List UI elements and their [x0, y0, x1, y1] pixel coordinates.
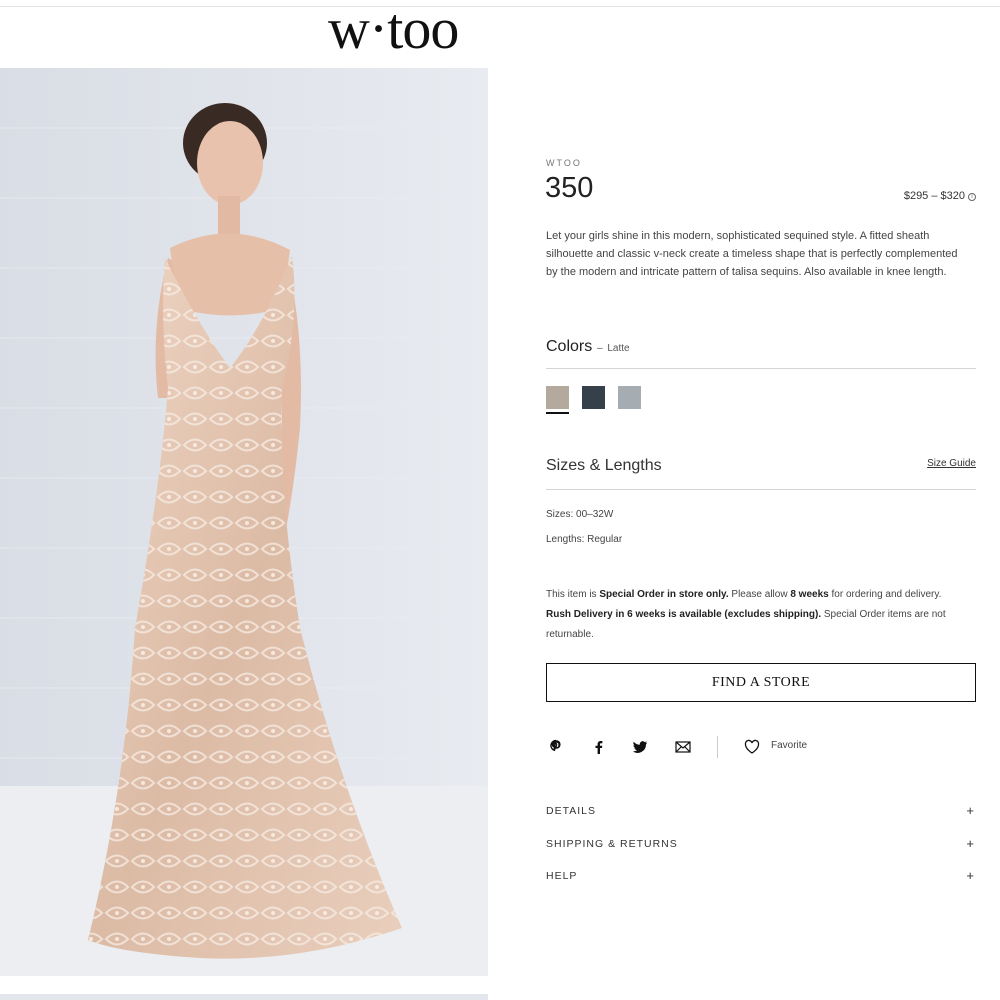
notice-bold-3: Rush Delivery in 6 weeks is available (e… — [546, 609, 822, 620]
sizes-heading: Sizes & Lengths — [546, 457, 662, 474]
heart-icon[interactable] — [744, 739, 760, 755]
accordion-shipping-returns[interactable]: SHIPPING & RETURNS + — [546, 836, 976, 854]
notice-text-1: This item is — [546, 589, 600, 600]
swatch-silver[interactable] — [618, 386, 641, 409]
share-separator — [717, 736, 718, 758]
selected-color-separator: – — [594, 343, 606, 354]
twitter-icon[interactable] — [632, 739, 648, 755]
accordion-details[interactable]: DETAILS + — [546, 803, 976, 821]
favorite-label[interactable]: Favorite — [771, 740, 807, 751]
notice-bold-2: 8 weeks — [790, 589, 829, 600]
colors-heading: Colors – Latte — [546, 338, 630, 356]
info-icon[interactable]: i — [968, 193, 976, 201]
accordion-help[interactable]: HELP + — [546, 868, 976, 886]
color-swatches — [546, 386, 641, 414]
share-bar: Favorite — [546, 736, 846, 758]
accordion-label: DETAILS — [546, 805, 596, 817]
size-guide-link[interactable]: Size Guide — [927, 458, 976, 469]
colors-divider — [546, 368, 976, 369]
product-description: Let your girls shine in this modern, sop… — [546, 230, 958, 278]
lengths-value: Lengths: Regular — [546, 534, 623, 545]
price-range: $295 – $320 i — [904, 190, 976, 202]
product-title: 350 — [545, 172, 594, 204]
swatch-latte[interactable] — [546, 386, 569, 414]
swatch-navy[interactable] — [582, 386, 605, 409]
product-image[interactable] — [0, 68, 488, 976]
top-divider — [0, 6, 1000, 7]
selected-color-name: Latte — [607, 343, 630, 354]
plus-icon[interactable]: + — [966, 803, 974, 818]
notice-text-2: Please allow — [728, 589, 791, 600]
accordion-label: HELP — [546, 870, 578, 882]
next-product-image[interactable] — [0, 994, 488, 1000]
brand-logo[interactable]: w·too — [328, 0, 459, 64]
price-text: $295 – $320 — [903, 190, 965, 202]
notice-text-3: for ordering and delivery. — [828, 589, 942, 600]
sizes-value: Sizes: 00–32W — [546, 509, 614, 520]
plus-icon[interactable]: + — [966, 836, 974, 851]
pinterest-icon[interactable] — [548, 739, 564, 755]
dress-photo-illustration — [0, 68, 488, 976]
find-a-store-button[interactable]: FIND A STORE — [546, 663, 976, 702]
special-order-notice: This item is Special Order in store only… — [546, 585, 966, 645]
sizes-divider — [546, 489, 976, 490]
email-icon[interactable] — [675, 739, 691, 755]
plus-icon[interactable]: + — [966, 868, 974, 883]
colors-heading-label: Colors — [546, 338, 593, 355]
notice-bold-1: Special Order in store only. — [599, 589, 729, 600]
brand-label: WTOO — [546, 158, 582, 168]
facebook-icon[interactable] — [591, 739, 607, 755]
accordion-label: SHIPPING & RETURNS — [546, 838, 678, 850]
